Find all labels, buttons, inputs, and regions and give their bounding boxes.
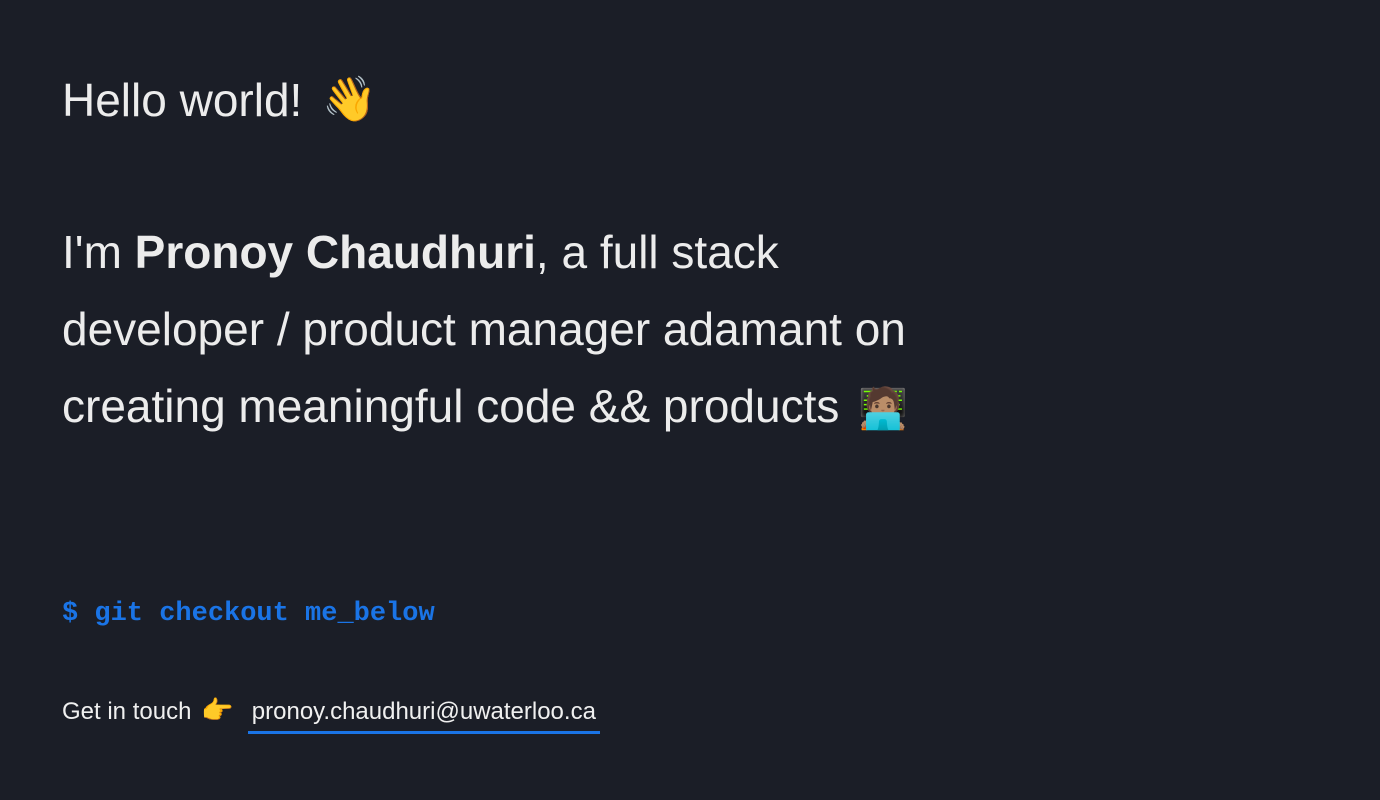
page: Hello world! 👋 I'm Pronoy Chaudhuri, a fu… <box>0 0 1380 800</box>
git-command: $ git checkout me_below <box>62 599 435 629</box>
greeting-text: Hello world! <box>62 74 303 126</box>
email-link[interactable]: pronoy.chaudhuri@uwaterloo.ca <box>247 693 600 734</box>
greeting-heading: Hello world! 👋 <box>62 68 377 132</box>
contact-label: Get in touch <box>62 698 192 725</box>
intro-name: Pronoy Chaudhuri <box>134 226 536 278</box>
pointing-right-icon: 👉 <box>201 695 234 725</box>
intro-paragraph: I'm Pronoy Chaudhuri, a full stack devel… <box>62 214 982 448</box>
intro-prefix: I'm <box>62 226 135 278</box>
technologist-icon: 🧑🏽‍💻 <box>858 387 908 431</box>
waving-hand-icon: 👋 <box>322 75 378 124</box>
contact-line: Get in touch 👉 pronoy.chaudhuri@uwaterloo.… <box>62 690 600 734</box>
